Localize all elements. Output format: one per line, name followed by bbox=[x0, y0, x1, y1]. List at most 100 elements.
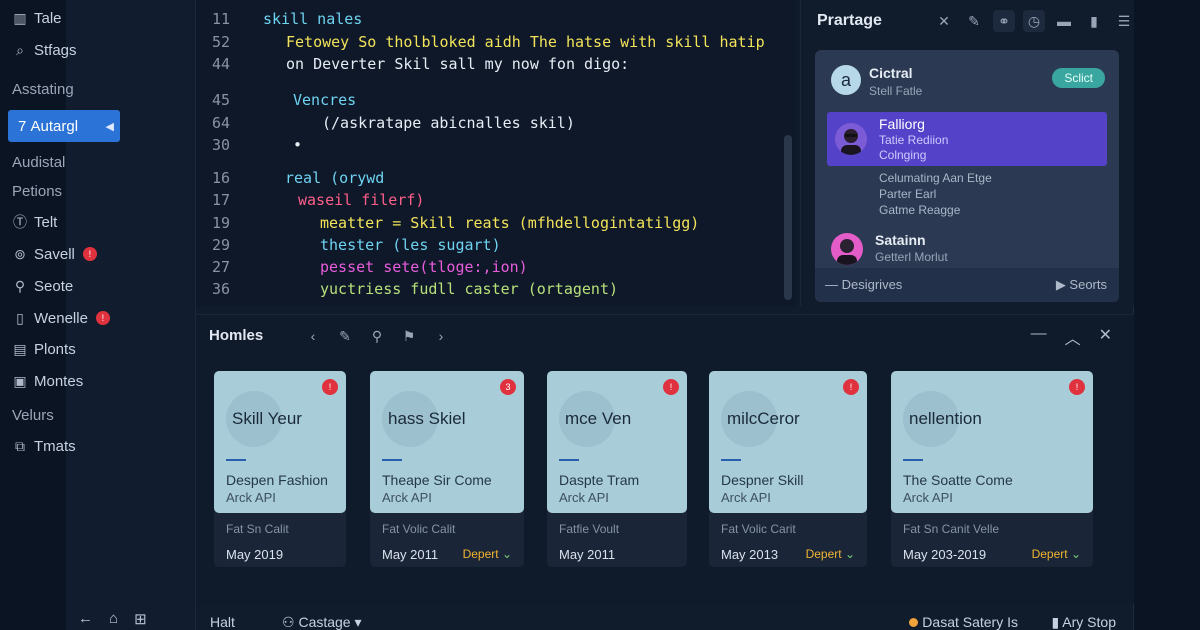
close-icon[interactable]: ✕ bbox=[933, 10, 955, 32]
stop-button[interactable]: ▮ Ary Stop bbox=[1051, 614, 1116, 630]
card-header: hass Skiel Theape Sir Come Arck API 3 bbox=[370, 371, 524, 513]
list-item-detail: Colnging bbox=[879, 148, 927, 162]
divider bbox=[226, 459, 246, 461]
line-number: 27 bbox=[211, 258, 230, 276]
sorts-button[interactable]: ▶ Seorts bbox=[1056, 277, 1107, 293]
stop-label: Ary Stop bbox=[1062, 614, 1116, 630]
sidebar-item-seote[interactable]: ⚲ Seote bbox=[12, 271, 124, 301]
grid-icon[interactable]: ⊞ bbox=[134, 610, 147, 628]
avatar bbox=[835, 123, 867, 155]
code-editor[interactable]: 11 skill nales 52 Fetowey So tholbloked ai… bbox=[196, 0, 796, 306]
code-text: thester (les sugart) bbox=[320, 236, 501, 254]
bookmark-icon[interactable]: ⚑ bbox=[398, 325, 420, 347]
chevron-right-icon[interactable]: › bbox=[430, 325, 452, 347]
status-dropdown[interactable]: Depert ⌄ bbox=[806, 547, 855, 561]
castage-dropdown[interactable]: ⚇ Castage ▾ bbox=[282, 614, 362, 630]
project-card[interactable]: hass Skiel Theape Sir Come Arck API 3 Fa… bbox=[370, 371, 524, 567]
folder-icon[interactable]: ▬ bbox=[1053, 10, 1075, 32]
line-number: 30 bbox=[211, 136, 230, 154]
sidebar-section-heading: Asstating bbox=[12, 81, 74, 98]
clock-icon[interactable]: ◷ bbox=[1023, 10, 1045, 32]
line-number: 64 bbox=[211, 114, 230, 132]
card-meta: Fatfie Voult bbox=[559, 522, 620, 536]
notification-badge: ! bbox=[663, 379, 679, 395]
project-card[interactable]: Skill Yeur Despen Fashion Arck API ! Fat… bbox=[214, 371, 346, 567]
status-dropdown[interactable]: Depert ⌄ bbox=[463, 547, 512, 561]
code-text: real (orywd bbox=[285, 169, 385, 187]
select-button[interactable]: Sclict bbox=[1052, 68, 1105, 88]
code-text: Vencres bbox=[293, 91, 357, 109]
sidebar-item-montes[interactable]: ▣ Montes bbox=[12, 366, 124, 396]
window-controls: — ︿ ✕ bbox=[1031, 325, 1112, 349]
line-number: 17 bbox=[211, 191, 230, 209]
sidebar-item-plonts[interactable]: ▤ Plonts bbox=[12, 334, 124, 364]
sidebar-item-tmats[interactable]: ⧉ Tmats bbox=[12, 431, 124, 461]
sidebar-item-wenelle[interactable]: ▯ Wenelle ! bbox=[12, 303, 124, 333]
panel-toolbar: ✕ ✎ ⚭ ◷ ▬ ▮ ☰ bbox=[933, 10, 1135, 32]
text-icon: Ⓣ bbox=[13, 214, 27, 230]
card-date: May 2011 bbox=[382, 547, 439, 562]
chart-icon: ⧉ bbox=[15, 437, 25, 454]
editor-scrollbar[interactable] bbox=[784, 135, 792, 300]
status-dot-icon bbox=[909, 618, 919, 627]
pencil-icon[interactable]: ✎ bbox=[334, 325, 356, 347]
sidebar-item-label: Seote bbox=[34, 277, 74, 295]
pin-icon[interactable]: ✎ bbox=[963, 10, 985, 32]
notification-badge: ! bbox=[1069, 379, 1085, 395]
link-icon[interactable]: ⚭ bbox=[993, 10, 1015, 32]
minimize-icon[interactable]: — bbox=[1031, 325, 1047, 349]
code-text: meatter = Skill reats (mfhdellogintatilg… bbox=[320, 214, 700, 232]
panel-toolbar: ‹ ✎ ⚲ ⚑ › bbox=[302, 325, 452, 347]
chevron-left-icon[interactable]: ‹ bbox=[302, 325, 324, 347]
menu-icon[interactable]: ☰ bbox=[1113, 10, 1135, 32]
line-number: 16 bbox=[211, 169, 230, 187]
sidebar-item-savell[interactable]: ⊚ Savell ! bbox=[12, 239, 124, 269]
sidebar-footer: ← ⌂ ⊞ bbox=[78, 610, 147, 628]
selected-list-item[interactable]: Falliorg Tatie Rediion Colnging bbox=[827, 112, 1107, 166]
detail-line: Gatme Reagge bbox=[879, 203, 961, 217]
line-number: 19 bbox=[211, 214, 230, 232]
sidebar-item-tale[interactable]: ▥ Tale bbox=[12, 3, 124, 33]
chevron-down-icon: ⌄ bbox=[501, 547, 512, 561]
sidebar-section-heading: Audistal bbox=[12, 154, 66, 171]
divider bbox=[903, 459, 923, 461]
designs-link[interactable]: — Desigrives bbox=[825, 277, 902, 292]
project-card[interactable]: milcCeror Despner Skill Arck API ! Fat V… bbox=[709, 371, 867, 567]
notification-badge: ! bbox=[322, 379, 338, 395]
back-arrow-icon[interactable]: ← bbox=[78, 610, 93, 628]
image-icon: ▣ bbox=[13, 372, 27, 389]
project-card[interactable]: mce Ven Daspte Tram Arck API ! Fatfie Vo… bbox=[547, 371, 687, 567]
chevron-up-icon[interactable]: ︿ bbox=[1065, 325, 1081, 349]
card-header: nellention The Soatte Come Arck API ! bbox=[891, 371, 1093, 513]
sidebar-item-label: 7 Autargl bbox=[18, 117, 79, 135]
sidebar-item-telt[interactable]: Ⓣ Telt bbox=[12, 207, 124, 237]
status-left[interactable]: Halt bbox=[210, 614, 235, 630]
line-number: 11 bbox=[211, 10, 230, 28]
search-icon: ⌕ bbox=[16, 41, 24, 58]
code-text: on Deverter Skil sall my now fon digo: bbox=[286, 55, 630, 73]
card-header: Skill Yeur Despen Fashion Arck API ! bbox=[214, 371, 346, 513]
notification-badge: ! bbox=[82, 247, 97, 261]
status-dropdown[interactable]: Depert ⌄ bbox=[1032, 547, 1081, 561]
sidebar-item-active[interactable]: 7 Autargl ◀ bbox=[8, 110, 120, 142]
detail-line: Celumating Aan Etge bbox=[879, 171, 992, 185]
document-icon: ▯ bbox=[16, 309, 24, 326]
avatar bbox=[831, 233, 863, 265]
sidebar-item-stfags[interactable]: ⌕ Stfags bbox=[12, 35, 124, 65]
sidebar-item-label: Tale bbox=[34, 9, 62, 27]
sidebar-item-label: Stfags bbox=[34, 41, 77, 59]
home-icon[interactable]: ⌂ bbox=[109, 610, 118, 628]
panel-title: Homles bbox=[209, 327, 264, 344]
sidebar-item-label: Savell bbox=[34, 245, 75, 263]
status-indicator: Dasat Satery Is bbox=[909, 614, 1018, 630]
project-card[interactable]: nellention The Soatte Come Arck API ! Fa… bbox=[891, 371, 1093, 567]
attachment-icon[interactable]: ⚲ bbox=[366, 325, 388, 347]
card-meta: Fat Sn Canit Velle bbox=[903, 522, 1000, 536]
close-icon[interactable]: ✕ bbox=[1099, 325, 1112, 349]
lock-icon[interactable]: ▮ bbox=[1083, 10, 1105, 32]
status-label: Depert bbox=[805, 547, 842, 561]
sidebar-item-label: Montes bbox=[34, 372, 84, 390]
status-text: Dasat Satery Is bbox=[922, 614, 1018, 630]
notification-badge: ! bbox=[843, 379, 859, 395]
divider bbox=[559, 459, 579, 461]
